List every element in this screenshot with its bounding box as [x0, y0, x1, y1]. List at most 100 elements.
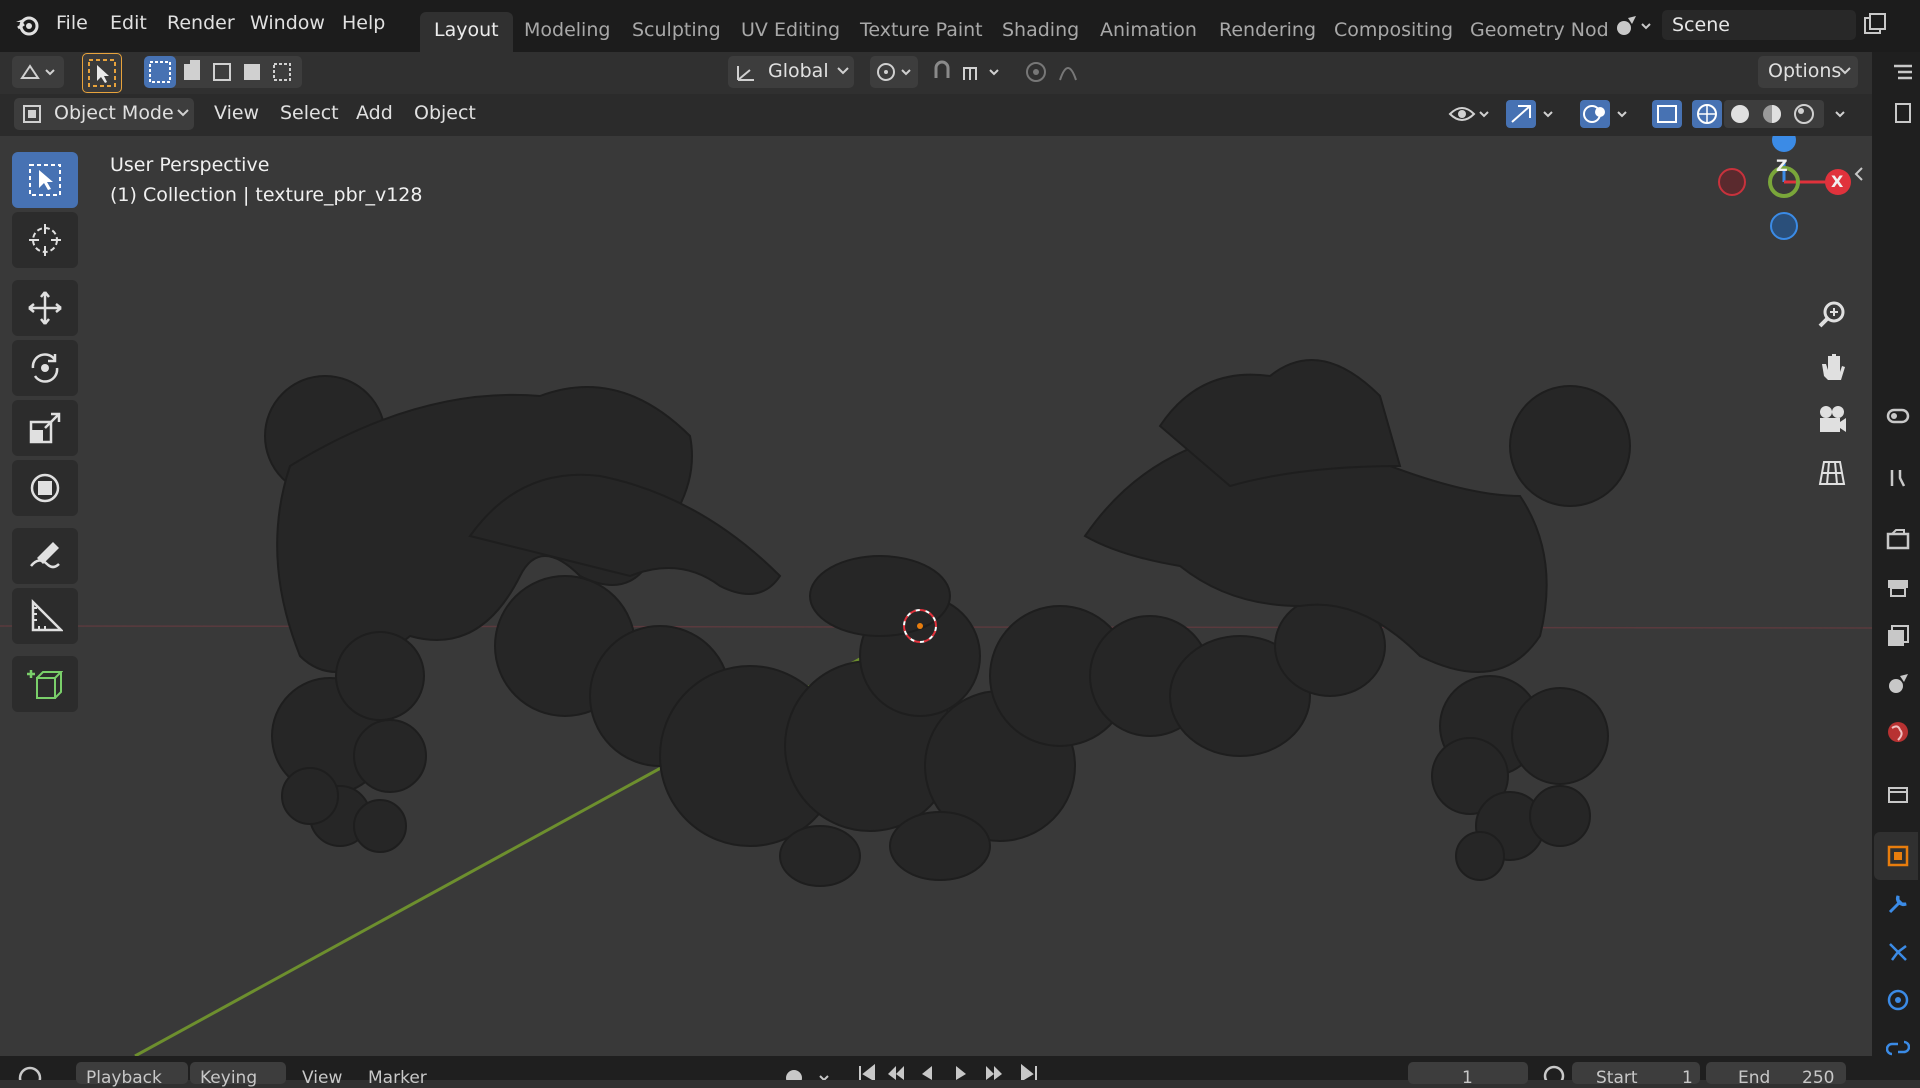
tool-transform[interactable] — [12, 460, 78, 516]
chevron-down-icon — [177, 109, 189, 117]
world-icon[interactable] — [1886, 720, 1910, 744]
menu-file[interactable]: File — [56, 12, 88, 34]
tool-move[interactable] — [12, 280, 78, 336]
move-icon — [28, 291, 62, 325]
scene-icon[interactable] — [1886, 672, 1910, 696]
camera-icon — [1820, 406, 1846, 432]
stopwatch-icon[interactable] — [1542, 1064, 1566, 1080]
editor-type-icon — [20, 64, 55, 79]
tab-geometry-nodes[interactable]: Geometry Nod — [1456, 12, 1623, 52]
blender-logo-icon[interactable] — [14, 12, 40, 38]
tool-icon[interactable] — [1886, 466, 1910, 490]
end-frame-label: End — [1738, 1068, 1771, 1088]
menu-render[interactable]: Render — [167, 12, 235, 34]
add-cube-icon — [27, 670, 63, 699]
rotate-icon — [31, 353, 59, 383]
tab-layout[interactable]: Layout — [420, 12, 513, 52]
tool-measure[interactable] — [12, 588, 78, 644]
transform-icon — [30, 473, 60, 503]
active-tool-button[interactable] — [82, 53, 122, 93]
orientation-label: Global — [768, 60, 829, 82]
pivot-point-dropdown[interactable] — [870, 56, 918, 88]
tool-cursor[interactable] — [12, 212, 78, 268]
tab-shading[interactable]: Shading — [988, 12, 1093, 52]
start-frame-value: 1 — [1682, 1068, 1693, 1088]
scale-icon — [29, 412, 61, 444]
properties-editor-icon[interactable] — [1890, 100, 1916, 126]
current-frame-value: 1 — [1462, 1068, 1473, 1088]
tool-select-box[interactable] — [12, 152, 78, 208]
orientation-global-icon — [737, 66, 754, 81]
camera-view-button[interactable] — [1810, 398, 1854, 442]
output-icon[interactable] — [1886, 576, 1910, 600]
tab-modeling[interactable]: Modeling — [510, 12, 624, 52]
sidebar-toggle-icon[interactable] — [1852, 164, 1866, 184]
playback-label: Playback — [86, 1068, 162, 1088]
select-box-icon — [29, 164, 61, 196]
proportional-editing-group[interactable] — [1022, 56, 1106, 88]
cursor-icon — [29, 224, 61, 256]
tab-animation[interactable]: Animation — [1086, 12, 1211, 52]
tab-texture-paint[interactable]: Texture Paint — [846, 12, 997, 52]
menu-window[interactable]: Window — [250, 12, 325, 34]
measure-icon — [31, 598, 63, 632]
view-options-icon[interactable] — [1886, 404, 1910, 428]
chevron-down-icon — [1839, 67, 1851, 75]
menu-edit[interactable]: Edit — [110, 12, 147, 34]
keying-label: Keying — [200, 1068, 258, 1088]
collection-icon[interactable] — [1886, 782, 1910, 806]
scene-selector-icon[interactable] — [1614, 12, 1654, 40]
collection-label: (1) Collection | texture_pbr_v128 — [110, 184, 423, 206]
3d-viewport[interactable] — [0, 136, 1872, 1056]
tab-uv-editing[interactable]: UV Editing — [727, 12, 854, 52]
scene-name: Scene — [1672, 14, 1730, 36]
tool-add-cube[interactable] — [12, 656, 78, 712]
editor-type-button[interactable] — [12, 56, 64, 88]
outliner-icon[interactable] — [1890, 60, 1916, 86]
ortho-toggle-button[interactable] — [1810, 450, 1854, 494]
menu-help[interactable]: Help — [342, 12, 385, 34]
object-mode-icon — [23, 105, 41, 123]
pan-button[interactable] — [1810, 346, 1854, 390]
viewport-menu-select[interactable]: Select — [280, 102, 339, 124]
viewport-display-controls — [1444, 98, 1864, 130]
tab-sculpting[interactable]: Sculpting — [618, 12, 735, 52]
tool-annotate[interactable] — [12, 528, 78, 584]
modifier-icon[interactable] — [1886, 892, 1910, 916]
start-frame-label: Start — [1596, 1068, 1638, 1088]
new-scene-icon[interactable] — [1862, 12, 1888, 38]
gizmo-x-label: X — [1831, 172, 1844, 191]
zoom-icon — [1818, 301, 1845, 328]
playback-controls[interactable] — [856, 1064, 1056, 1080]
viewport-menu-add[interactable]: Add — [356, 102, 393, 124]
particles-icon[interactable] — [1886, 940, 1910, 964]
tab-rendering[interactable]: Rendering — [1205, 12, 1330, 52]
pan-hand-icon — [1822, 354, 1845, 380]
properties-tab-strip — [1872, 52, 1920, 1080]
view-layer-icon[interactable] — [1886, 624, 1910, 648]
marker-menu[interactable]: Marker — [368, 1068, 427, 1088]
pivot-point-icon — [877, 63, 911, 81]
viewport-menu-view[interactable]: View — [214, 102, 259, 124]
grid-ortho-icon — [1818, 461, 1846, 485]
options-label: Options — [1768, 60, 1842, 82]
selection-mode-group — [144, 56, 302, 88]
select-arrow-icon — [88, 59, 116, 87]
chevron-down-icon — [837, 67, 849, 75]
snapping-group[interactable] — [928, 56, 1012, 88]
render-icon[interactable] — [1886, 528, 1910, 552]
tool-scale[interactable] — [12, 400, 78, 456]
timeline-view-menu[interactable]: View — [302, 1068, 342, 1088]
record-keyframe-icon[interactable] — [780, 1064, 840, 1080]
object-mode-label: Object Mode — [54, 102, 174, 124]
physics-icon[interactable] — [1886, 988, 1910, 1012]
tool-rotate[interactable] — [12, 340, 78, 396]
constraints-icon[interactable] — [1886, 1036, 1910, 1060]
tab-compositing[interactable]: Compositing — [1320, 12, 1467, 52]
visibility-icon — [1448, 107, 1489, 121]
zoom-button[interactable] — [1810, 294, 1854, 338]
timeline-editor-icon[interactable] — [18, 1064, 48, 1080]
viewport-menu-object[interactable]: Object — [414, 102, 476, 124]
viewport-scene — [0, 136, 1872, 1056]
annotate-icon — [30, 542, 60, 569]
